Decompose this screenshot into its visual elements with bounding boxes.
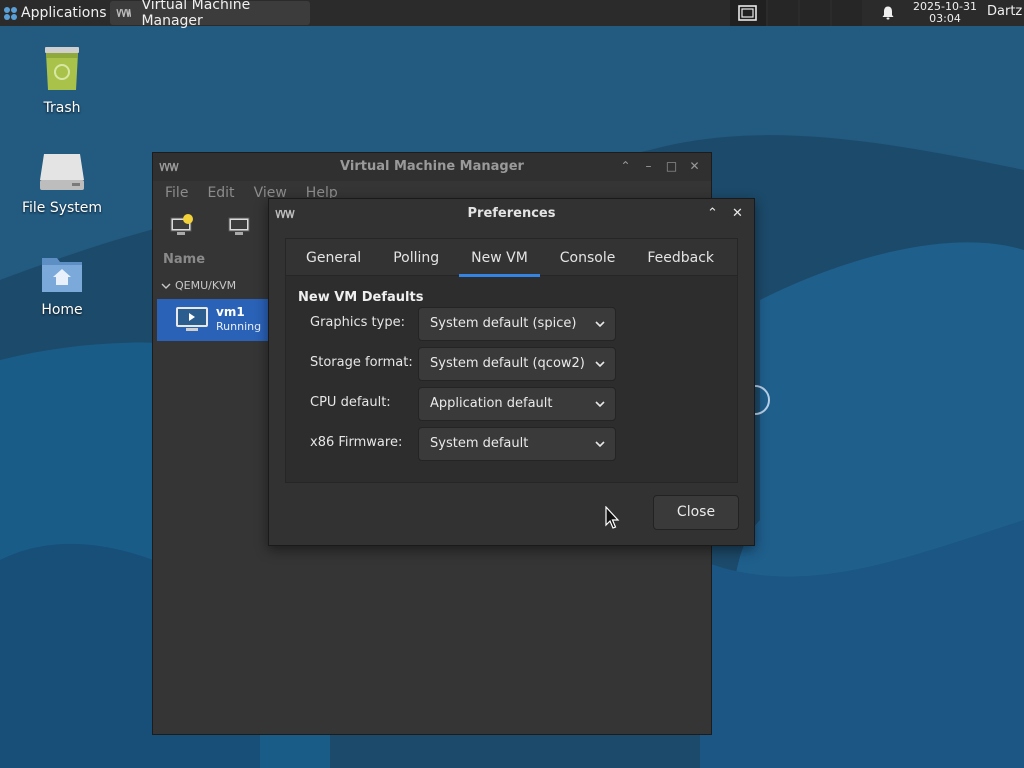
minimize-button-icon[interactable]: –	[640, 158, 657, 175]
graphics-type-label: Graphics type:	[310, 315, 405, 330]
tab-new-vm[interactable]: New VM	[459, 239, 540, 277]
mouse-cursor-icon	[605, 506, 620, 529]
x86-firmware-value: System default	[430, 436, 529, 451]
workspace-switcher[interactable]	[730, 0, 766, 26]
vm-row-vm1[interactable]: vm1 Running	[157, 299, 269, 341]
preferences-dialog: Preferences ⌃ ✕ General Polling New VM C…	[268, 198, 755, 546]
workspace-4[interactable]	[832, 0, 862, 26]
desktop-icon-home[interactable]: Home	[7, 252, 117, 318]
home-folder-icon	[42, 258, 82, 292]
user-menu[interactable]: Dartz	[987, 4, 1022, 19]
vm-list-header-name[interactable]: Name	[163, 252, 205, 267]
cpu-default-combo[interactable]: Application default	[418, 387, 616, 421]
panel-clock[interactable]: 2025-10-31 03:04	[910, 1, 980, 25]
chevron-down-icon	[161, 283, 171, 289]
vmm-logo-icon	[116, 8, 132, 18]
menu-file[interactable]: File	[165, 185, 188, 201]
connection-row-qemu[interactable]: QEMU/KVM	[161, 279, 236, 292]
x86-firmware-combo[interactable]: System default	[418, 427, 616, 461]
preferences-tabbar: General Polling New VM Console Feedback	[286, 239, 737, 277]
clock-time: 03:04	[929, 12, 961, 25]
tab-general[interactable]: General	[294, 239, 373, 276]
vmm-titlebar[interactable]: Virtual Machine Manager ⌃ – □ ✕	[153, 153, 711, 181]
shade-button-icon[interactable]: ⌃	[617, 158, 634, 175]
notification-bell-icon[interactable]	[880, 5, 896, 21]
preferences-titlebar[interactable]: Preferences ⌃ ✕	[269, 199, 754, 228]
close-button-icon[interactable]: ✕	[686, 158, 703, 175]
applications-label: Applications	[21, 5, 107, 21]
close-button-icon[interactable]: ✕	[729, 205, 746, 222]
workspace-2[interactable]	[768, 0, 798, 26]
workspace-3[interactable]	[800, 0, 830, 26]
graphics-type-combo[interactable]: System default (spice)	[418, 307, 616, 341]
desktop-icon-label: Trash	[43, 100, 81, 116]
xfce-logo-icon	[4, 6, 17, 20]
open-console-icon[interactable]	[227, 213, 253, 237]
form-row-cpu-default: CPU default: Application default	[310, 387, 630, 421]
applications-menu[interactable]: Applications ⋮	[0, 0, 122, 26]
preferences-title: Preferences	[467, 206, 556, 221]
drive-icon	[40, 154, 84, 190]
new-vm-icon[interactable]	[169, 213, 195, 237]
form-row-x86-firmware: x86 Firmware: System default	[310, 427, 630, 461]
tab-polling[interactable]: Polling	[381, 239, 451, 276]
storage-format-value: System default (qcow2)	[430, 356, 585, 371]
chevron-down-icon	[595, 361, 605, 368]
taskbar-button-label: Virtual Machine Manager	[141, 0, 251, 29]
storage-format-label: Storage format:	[310, 355, 413, 370]
preferences-notebook: General Polling New VM Console Feedback …	[285, 238, 738, 483]
desktop-icon-label: File System	[21, 200, 103, 216]
form-row-storage-format: Storage format: System default (qcow2)	[310, 347, 630, 381]
maximize-button-icon[interactable]: □	[663, 158, 680, 175]
workspace-1-icon	[738, 5, 757, 21]
vm-monitor-icon	[176, 307, 208, 331]
desktop-icon-trash[interactable]: Trash	[7, 44, 117, 116]
x86-firmware-label: x86 Firmware:	[310, 435, 403, 450]
chevron-down-icon	[595, 321, 605, 328]
section-title-new-vm-defaults: New VM Defaults	[298, 290, 424, 305]
trash-icon	[45, 47, 79, 90]
graphics-type-value: System default (spice)	[430, 316, 577, 331]
taskbar-button-vmm[interactable]: Virtual Machine Manager	[110, 0, 310, 29]
chevron-down-icon	[595, 401, 605, 408]
desktop-icon-file-system[interactable]: File System	[7, 150, 117, 216]
tab-console[interactable]: Console	[548, 239, 628, 276]
cpu-default-value: Application default	[430, 396, 553, 411]
chevron-down-icon	[595, 441, 605, 448]
vm-name: vm1	[216, 305, 245, 319]
vm-status: Running	[216, 320, 262, 333]
storage-format-combo[interactable]: System default (qcow2)	[418, 347, 616, 381]
menu-edit[interactable]: Edit	[207, 185, 234, 201]
cpu-default-label: CPU default:	[310, 395, 391, 410]
tab-feedback[interactable]: Feedback	[635, 239, 726, 276]
form-row-graphics-type: Graphics type: System default (spice)	[310, 307, 630, 341]
shade-button-icon[interactable]: ⌃	[704, 205, 721, 222]
connection-label: QEMU/KVM	[175, 279, 237, 292]
close-button[interactable]: Close	[653, 495, 739, 530]
desktop-icon-label: Home	[41, 302, 83, 318]
